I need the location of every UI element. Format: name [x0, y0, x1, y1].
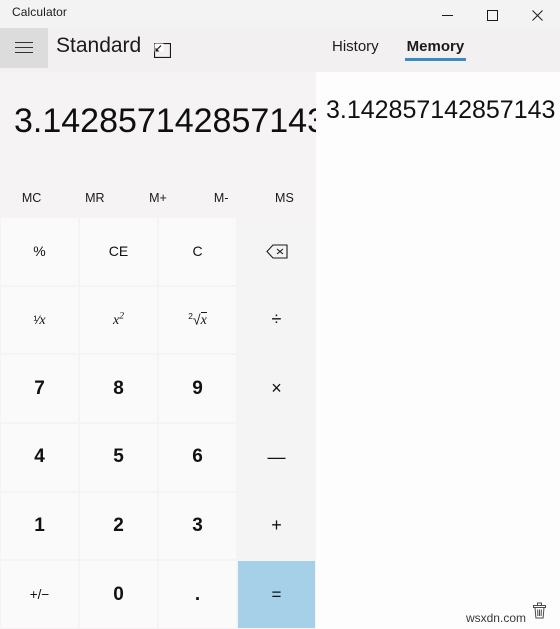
- memory-clear-button[interactable]: MC: [0, 178, 63, 218]
- navigation-menu-button[interactable]: [0, 28, 48, 68]
- one-button[interactable]: 1: [1, 492, 78, 560]
- zero-button[interactable]: 0: [80, 561, 157, 628]
- side-panel-tabs: History Memory: [330, 34, 466, 61]
- add-button[interactable]: +: [238, 492, 315, 560]
- equals-button[interactable]: =: [238, 561, 315, 628]
- minimize-icon: [442, 14, 453, 16]
- backspace-button[interactable]: [238, 218, 315, 285]
- percent-button[interactable]: %: [1, 218, 78, 285]
- title-bar: Calculator: [0, 0, 560, 28]
- maximize-icon: [487, 9, 498, 21]
- six-button[interactable]: 6: [159, 423, 236, 491]
- subtract-button[interactable]: —: [238, 423, 315, 491]
- keep-on-top-icon: [153, 42, 171, 58]
- decimal-button[interactable]: .: [159, 561, 236, 628]
- watermark-text: wsxdn.com: [465, 611, 526, 625]
- memory-panel: 3.142857142857143 wsxdn.com: [316, 72, 560, 629]
- four-button[interactable]: 4: [1, 423, 78, 491]
- backspace-icon: [265, 244, 288, 259]
- maximize-button[interactable]: [470, 0, 515, 30]
- trash-icon: [532, 602, 546, 618]
- main-content: 3.142857142857143 MC MR M+ M- MS % CE C: [0, 72, 560, 629]
- negate-button[interactable]: +/−: [1, 561, 78, 628]
- calculator-mode-title: Standard: [56, 34, 142, 57]
- close-button[interactable]: [515, 0, 560, 30]
- memory-subtract-button[interactable]: M-: [190, 178, 253, 218]
- eight-button[interactable]: 8: [80, 355, 157, 422]
- memory-add-button[interactable]: M+: [126, 178, 189, 218]
- seven-button[interactable]: 7: [1, 355, 78, 422]
- multiply-button[interactable]: ×: [238, 355, 315, 422]
- three-button[interactable]: 3: [159, 492, 236, 560]
- nine-button[interactable]: 9: [159, 355, 236, 422]
- square-label: x2: [113, 311, 124, 328]
- memory-buttons-row: MC MR M+ M- MS: [0, 178, 316, 218]
- clear-button[interactable]: C: [159, 218, 236, 285]
- window-controls: [425, 0, 560, 30]
- calculator-pane: 3.142857142857143 MC MR M+ M- MS % CE C: [0, 72, 326, 629]
- window-title: Calculator: [12, 5, 68, 19]
- display-value: 3.142857142857143: [14, 102, 326, 140]
- square-root-label: 2√x: [188, 310, 207, 329]
- minimize-button[interactable]: [425, 0, 470, 30]
- keep-on-top-button[interactable]: [150, 40, 174, 60]
- tab-memory[interactable]: Memory: [404, 34, 467, 61]
- hamburger-icon: [15, 42, 33, 54]
- two-button[interactable]: 2: [80, 492, 157, 560]
- close-icon: [532, 9, 543, 21]
- keypad-grid: % CE C ¹⁄x x2 2√x ÷ 7 8 9 × 4 5 6 — 1 2 …: [0, 218, 316, 629]
- tab-history[interactable]: History: [330, 34, 381, 61]
- display-area: 3.142857142857143: [0, 72, 326, 178]
- clear-entry-button[interactable]: CE: [80, 218, 157, 285]
- memory-entry-value[interactable]: 3.142857142857143: [326, 96, 555, 125]
- reciprocal-button[interactable]: ¹⁄x: [1, 286, 78, 354]
- memory-store-button[interactable]: MS: [253, 178, 316, 218]
- five-button[interactable]: 5: [80, 423, 157, 491]
- memory-recall-button[interactable]: MR: [63, 178, 126, 218]
- clear-memory-button[interactable]: [526, 597, 552, 623]
- square-root-button[interactable]: 2√x: [159, 286, 236, 354]
- reciprocal-label: ¹⁄x: [33, 312, 46, 328]
- app-body: Standard History Memory 3.14285714285714…: [0, 28, 560, 629]
- square-button[interactable]: x2: [80, 286, 157, 354]
- app-header: Standard History Memory: [0, 28, 560, 72]
- divide-button[interactable]: ÷: [238, 286, 315, 354]
